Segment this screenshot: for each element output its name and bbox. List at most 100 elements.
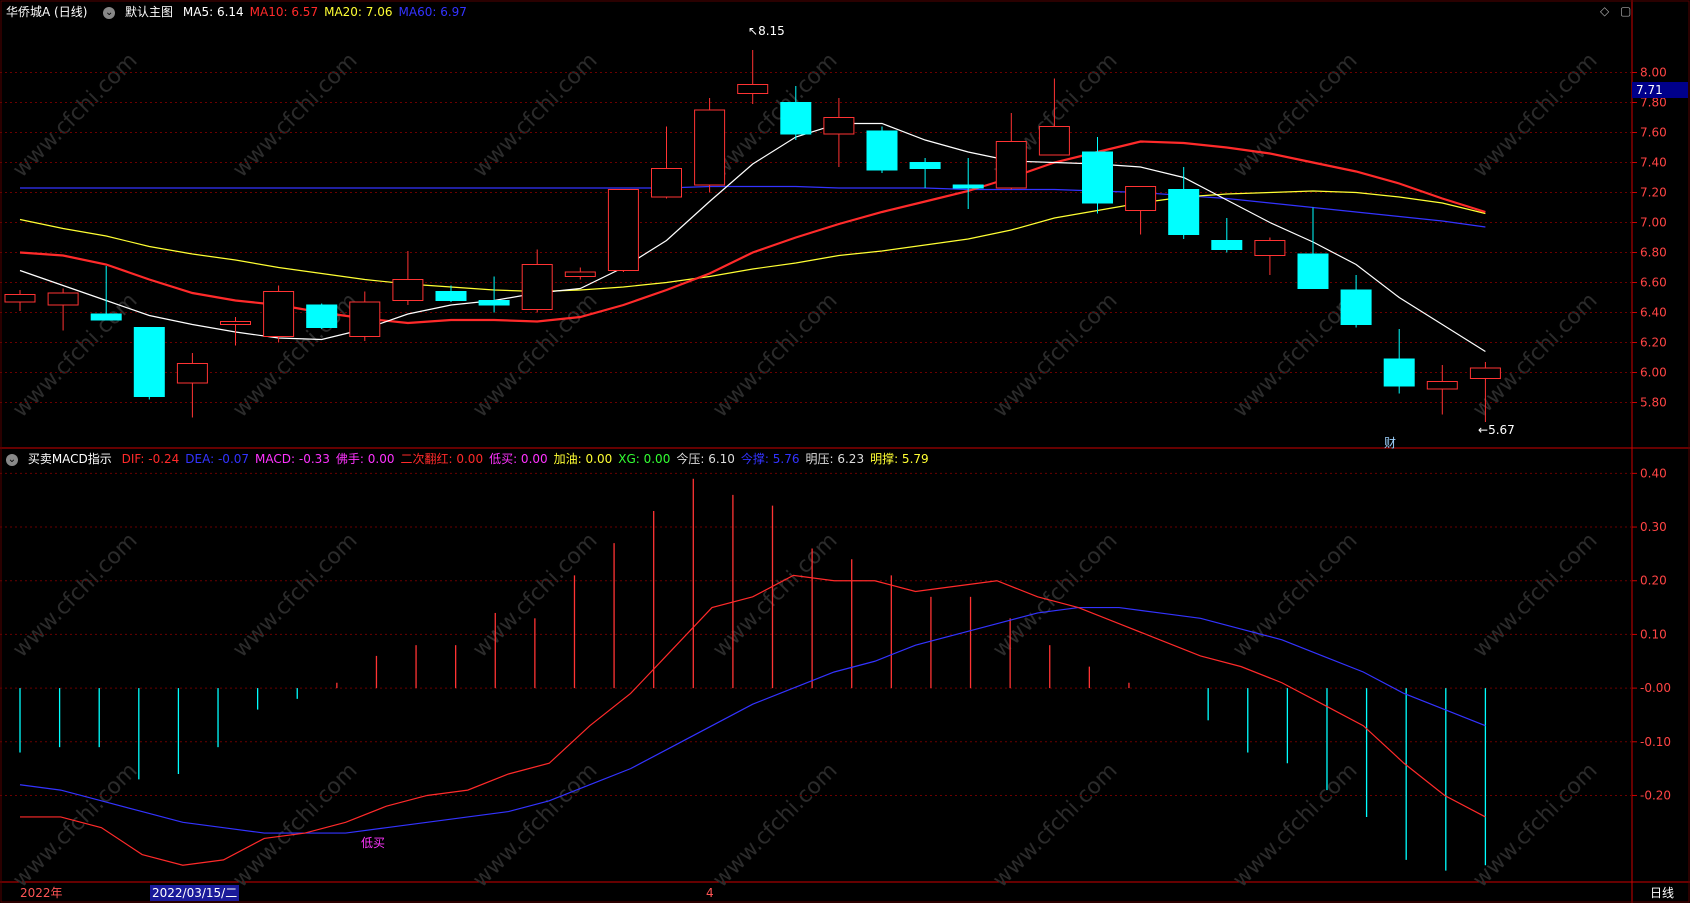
watermark-text: www.cfchi.com xyxy=(8,528,142,662)
main-header: 华侨城A (日线) ⌄ 默认主图 MA5: 6.14 MA10: 6.57 MA20… xyxy=(0,2,479,22)
high-arrow-icon: ↖ xyxy=(748,24,759,38)
candle-body xyxy=(651,168,682,198)
candle-body xyxy=(564,271,596,277)
candle-body xyxy=(1125,186,1157,211)
period-label[interactable]: 日线 xyxy=(1650,885,1674,901)
low-value: 5.67 xyxy=(1488,423,1515,437)
watermark-text: www.cfchi.com xyxy=(988,528,1122,662)
candle-body xyxy=(866,130,898,171)
sub-legend-item: 明撑: 5.79 xyxy=(870,452,929,466)
candle-body xyxy=(47,292,79,306)
watermark-text: www.cfchi.com xyxy=(1468,758,1602,892)
candle-body xyxy=(694,109,726,186)
candle-body xyxy=(1168,189,1200,235)
candle-body xyxy=(478,300,510,306)
macd-tick-label: 0.40 xyxy=(1640,466,1667,480)
watermark-text: www.cfchi.com xyxy=(708,758,842,892)
price-tick-label: 7.40 xyxy=(1640,156,1667,170)
candle-body xyxy=(263,291,295,337)
watermark-text: www.cfchi.com xyxy=(8,758,142,892)
price-tag: 7.71 xyxy=(1632,82,1688,98)
high-label: ↖8.15 xyxy=(748,24,785,38)
candle-body xyxy=(1082,151,1113,204)
sub-legend-item: MACD: -0.33 xyxy=(255,452,330,466)
candle-body xyxy=(306,304,338,328)
watermark-text: www.cfchi.com xyxy=(1468,528,1602,662)
candle-body xyxy=(133,327,165,397)
price-tick-label: 5.80 xyxy=(1640,396,1667,410)
watermark-text: www.cfchi.com xyxy=(228,528,362,662)
price-tick-label: 7.60 xyxy=(1640,126,1667,140)
ma-legend: MA5: 6.14 MA10: 6.57 MA20: 7.06 MA60: 6.97 xyxy=(183,5,473,19)
candle-body xyxy=(780,102,812,135)
low-label: ←5.67 xyxy=(1478,423,1515,437)
candle-body xyxy=(521,264,553,310)
candle-body xyxy=(1340,289,1372,325)
candle-body xyxy=(823,117,855,135)
candle-body xyxy=(1038,126,1070,156)
macd-tick-label: 0.20 xyxy=(1640,574,1667,588)
sub-legend-item: DEA: -0.07 xyxy=(185,452,250,466)
watermark-text: www.cfchi.com xyxy=(988,758,1122,892)
sub-legend-item: DIF: -0.24 xyxy=(121,452,180,466)
finance-marker[interactable]: 财 xyxy=(1384,434,1396,451)
window-icon[interactable]: ▢ xyxy=(1620,4,1631,18)
price-tick-label: 6.00 xyxy=(1640,366,1667,380)
candle-body xyxy=(90,313,122,321)
sub-legend-item: 今压: 6.10 xyxy=(676,452,735,466)
candle-body xyxy=(1254,240,1286,256)
candle-body xyxy=(349,301,381,337)
ma-legend-item: MA60: 6.97 xyxy=(398,5,467,19)
watermark-text: www.cfchi.com xyxy=(708,528,842,662)
candle-body xyxy=(737,84,769,94)
candle-body xyxy=(1469,367,1501,379)
diamond-icon[interactable]: ◇ xyxy=(1600,4,1609,18)
sub-legend-item: 低买: 0.00 xyxy=(489,452,548,466)
candle-body xyxy=(392,279,424,301)
ma-legend-item: MA5: 6.14 xyxy=(182,5,244,19)
candle-body xyxy=(607,189,639,271)
main-indicator-label[interactable]: 默认主图 xyxy=(125,5,173,19)
collapse-icon-2[interactable]: ⌄ xyxy=(6,453,18,466)
price-tick-label: 7.20 xyxy=(1640,186,1667,200)
candle-body xyxy=(176,363,208,384)
stock-title[interactable]: 华侨城A (日线) xyxy=(6,5,87,19)
sub-legend-item: XG: 0.00 xyxy=(618,452,671,466)
date-year: 2022年 xyxy=(20,886,63,900)
sub-legend-item: 加油: 0.00 xyxy=(553,452,613,466)
macd-tick-label: -0.20 xyxy=(1640,788,1671,802)
candle-body xyxy=(995,141,1027,189)
collapse-icon[interactable]: ⌄ xyxy=(103,6,116,19)
candle-body xyxy=(435,291,467,301)
sub-legend-item: 今撑: 5.76 xyxy=(740,452,800,466)
sub-legend-item: 明压: 6.23 xyxy=(805,452,865,466)
macd-tick-label: -0.00 xyxy=(1640,681,1671,695)
watermark-text: www.cfchi.com xyxy=(1228,528,1362,662)
watermark-text: www.cfchi.com xyxy=(1228,758,1362,892)
date-month: 4 xyxy=(706,886,714,900)
sub-legend-item: 二次翻红: 0.00 xyxy=(400,452,484,466)
candle-body xyxy=(1426,381,1458,390)
sub-header: ⌄ 买卖MACD指示 DIF: -0.24 DEA: -0.07 MACD: -0.… xyxy=(0,449,941,469)
price-tick-label: 6.40 xyxy=(1640,306,1667,320)
candle-body xyxy=(1297,253,1329,289)
watermark-text: www.cfchi.com xyxy=(228,758,362,892)
price-tick-label: 6.60 xyxy=(1640,276,1667,290)
candle-body xyxy=(952,184,984,189)
sub-legend-item: 佛手: 0.00 xyxy=(335,452,395,466)
price-tick-label: 6.20 xyxy=(1640,336,1667,350)
sub-legend: DIF: -0.24 DEA: -0.07 MACD: -0.33 佛手: 0.00 二… xyxy=(122,452,935,466)
price-tick-label: 7.00 xyxy=(1640,216,1667,230)
candle-body xyxy=(4,294,36,303)
macd-tick-label: 0.10 xyxy=(1640,627,1667,641)
price-tick-label: 6.80 xyxy=(1640,246,1667,260)
date-cursor: 2022/03/15/二 xyxy=(150,885,240,901)
low-arrow-icon: ← xyxy=(1478,423,1489,437)
buy-marker: 低买 xyxy=(361,836,386,850)
candle-body xyxy=(1383,358,1415,387)
ma-legend-item: MA10: 6.57 xyxy=(249,5,319,19)
high-value: 8.15 xyxy=(758,24,785,38)
price-tick-label: 8.00 xyxy=(1640,66,1667,80)
watermark-text: www.cfchi.com xyxy=(468,758,602,892)
sub-indicator-title[interactable]: 买卖MACD指示 xyxy=(28,452,112,466)
